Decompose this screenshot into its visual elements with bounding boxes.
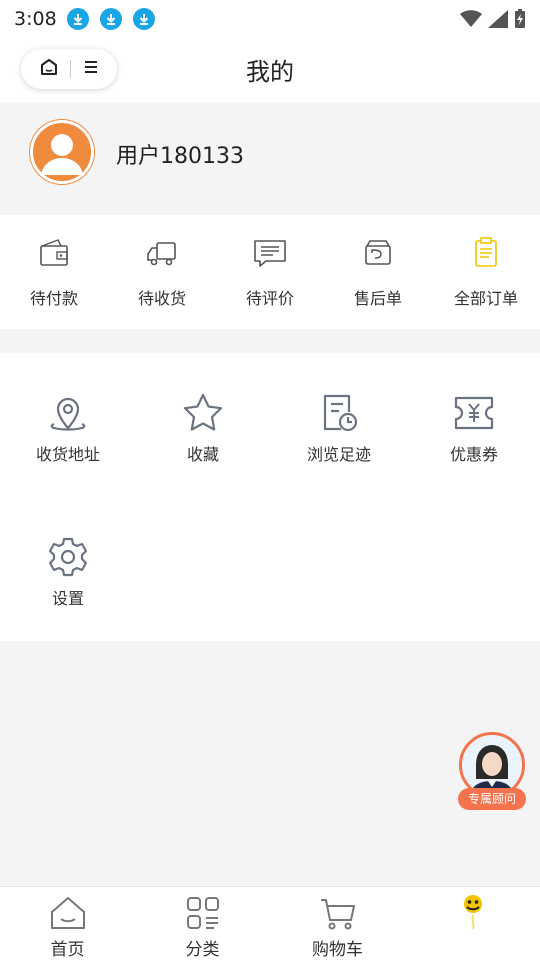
profile-header[interactable]: 用户180133 [0, 102, 540, 215]
coupon-icon [454, 396, 494, 430]
signal-icon [488, 10, 508, 28]
wifi-icon [460, 10, 482, 27]
smiley-icon [463, 895, 482, 930]
user-avatar-icon [41, 134, 83, 175]
order-shortcuts: 待付款 待收货 待评价 售后单 全部订单 [0, 215, 540, 329]
service-label: 优惠券 [449, 445, 498, 464]
order-label: 售后单 [353, 289, 402, 308]
download-notification-icon [132, 8, 155, 30]
order-pending-review[interactable]: 待评价 [216, 215, 324, 329]
bottom-tab-bar: 首页 分类 购物车 [0, 886, 540, 960]
service-settings[interactable]: 设置 [8, 535, 128, 609]
avatar[interactable] [30, 120, 94, 184]
advisor-float-button[interactable]: 专属顾问 [456, 730, 528, 814]
status-bar: 3:08 [0, 0, 540, 38]
history-doc-icon [323, 394, 358, 432]
status-indicators [460, 9, 526, 29]
service-history[interactable]: 浏览足迹 [279, 391, 399, 465]
star-icon [183, 393, 223, 431]
cart-icon [320, 899, 355, 930]
tab-cart[interactable]: 购物车 [270, 887, 405, 960]
comment-icon [254, 240, 286, 267]
order-after-sales[interactable]: 售后单 [324, 215, 432, 329]
service-label: 设置 [51, 589, 84, 608]
truck-icon [147, 242, 176, 266]
battery-icon [515, 9, 525, 28]
advisor-label: 专属顾问 [458, 788, 526, 810]
service-address[interactable]: 收货地址 [8, 391, 128, 465]
tab-mine[interactable] [405, 887, 540, 960]
order-label: 待评价 [245, 289, 294, 308]
tab-label: 购物车 [312, 940, 363, 960]
order-label: 全部订单 [453, 289, 518, 308]
location-pin-icon [50, 397, 86, 431]
home-icon [50, 897, 85, 929]
tab-label: 分类 [185, 940, 220, 960]
nav-bar: 我的 [0, 38, 540, 102]
service-grid: 收货地址 收藏 浏览足迹 优惠券 设置 [0, 353, 540, 641]
wallet-icon [40, 239, 68, 266]
order-all[interactable]: 全部订单 [432, 215, 540, 329]
download-notification-icon [99, 8, 122, 30]
page-title: 我的 [246, 58, 294, 86]
service-coupons[interactable]: 优惠券 [414, 391, 534, 465]
order-label: 待收货 [137, 289, 186, 308]
service-favorites[interactable]: 收藏 [143, 391, 263, 465]
service-label: 收货地址 [35, 445, 100, 464]
username: 用户180133 [116, 144, 244, 169]
service-label: 收藏 [186, 445, 219, 464]
advisor-portrait-icon [462, 735, 522, 795]
download-notification-icon [66, 8, 89, 30]
order-label: 待付款 [29, 289, 78, 308]
category-icon [186, 897, 219, 929]
return-box-icon [365, 240, 391, 265]
service-label: 浏览足迹 [306, 445, 371, 464]
tab-home[interactable]: 首页 [0, 887, 135, 960]
clipboard-icon [475, 237, 497, 267]
order-pending-payment[interactable]: 待付款 [0, 215, 108, 329]
order-pending-receipt[interactable]: 待收货 [108, 215, 216, 329]
tab-label: 首页 [50, 940, 85, 960]
status-time: 3:08 [14, 8, 57, 30]
tab-category[interactable]: 分类 [135, 887, 270, 960]
gear-icon [48, 537, 88, 577]
